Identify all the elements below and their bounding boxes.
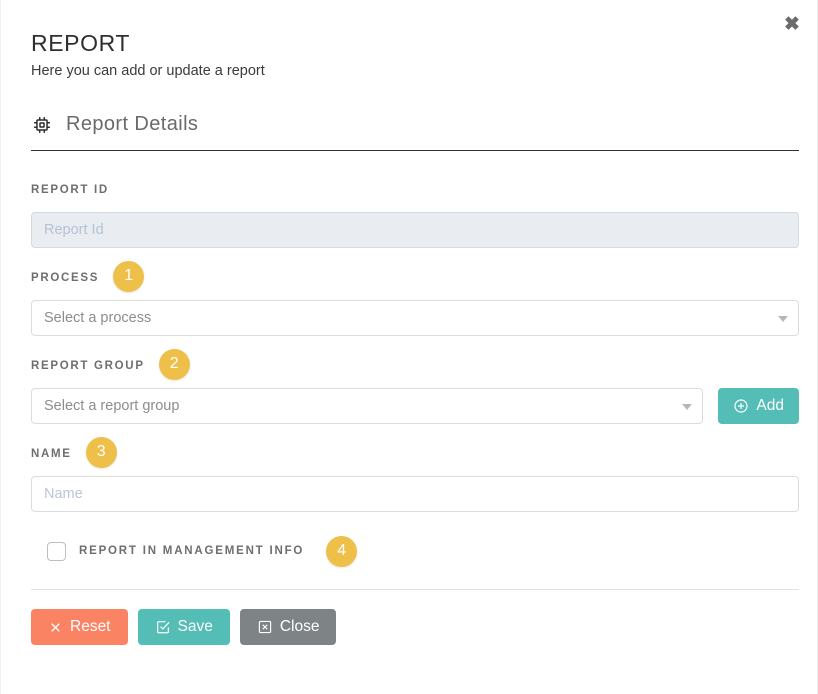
label-row-process: PROCESS 1 [31, 260, 799, 292]
chevron-down-icon[interactable] [778, 316, 788, 322]
add-report-group-button[interactable]: Add [718, 388, 799, 424]
step-badge-1: 1 [113, 260, 145, 292]
section-header-report-details: Report Details [31, 113, 799, 151]
add-button-label: Add [756, 397, 784, 414]
check-square-icon [155, 619, 171, 635]
field-report-id: REPORT ID [31, 179, 799, 248]
label-name: NAME [31, 448, 72, 460]
modal-body: REPORT Here you can add or update a repo… [1, 0, 817, 645]
field-report-group: REPORT GROUP 2 Select a report group Add [31, 348, 799, 424]
chevron-down-icon[interactable] [682, 404, 693, 410]
plus-circle-icon [733, 398, 749, 414]
x-icon [48, 620, 63, 635]
reset-button[interactable]: Reset [31, 609, 128, 645]
field-name: NAME 3 [31, 436, 799, 512]
save-button[interactable]: Save [137, 609, 230, 645]
name-input[interactable] [31, 476, 799, 512]
report-group-row: Select a report group Add [31, 388, 799, 424]
report-modal: ✖ REPORT Here you can add or update a re… [0, 0, 818, 694]
report-group-select[interactable]: Select a report group [31, 388, 704, 424]
step-badge-3: 3 [85, 436, 117, 468]
close-button[interactable]: Close [239, 609, 337, 645]
report-in-management-info-checkbox[interactable] [47, 541, 66, 561]
page-title: REPORT [31, 30, 131, 56]
report-id-input[interactable] [31, 212, 799, 248]
label-report-in-management-info: REPORT IN MANAGEMENT INFO [79, 545, 305, 557]
label-report-group: REPORT GROUP [31, 360, 145, 372]
label-report-id: REPORT ID [31, 184, 109, 196]
microchip-icon [31, 114, 53, 136]
x-square-icon [257, 619, 273, 635]
section-title: Report Details [66, 113, 199, 135]
label-row-report-group: REPORT GROUP 2 [31, 348, 799, 380]
process-select-wrap: Select a process [31, 300, 799, 336]
report-group-select-wrap: Select a report group [31, 388, 704, 424]
process-select[interactable]: Select a process [31, 300, 799, 336]
footer-actions: Reset Save Close [31, 590, 795, 645]
step-badge-2: 2 [158, 348, 190, 380]
field-process: PROCESS 1 Select a process [31, 260, 799, 336]
save-button-label: Save [177, 618, 213, 635]
label-process: PROCESS [31, 272, 100, 284]
label-row-name: NAME 3 [31, 436, 799, 468]
page-subtitle: Here you can add or update a report [31, 63, 265, 79]
field-management-info: REPORT IN MANAGEMENT INFO 4 [31, 535, 795, 567]
step-badge-4: 4 [326, 535, 358, 567]
close-button-label: Close [279, 618, 320, 635]
reset-button-label: Reset [70, 618, 111, 635]
close-x-icon[interactable]: ✖ [779, 12, 805, 38]
label-row-report-id: REPORT ID [31, 179, 799, 201]
